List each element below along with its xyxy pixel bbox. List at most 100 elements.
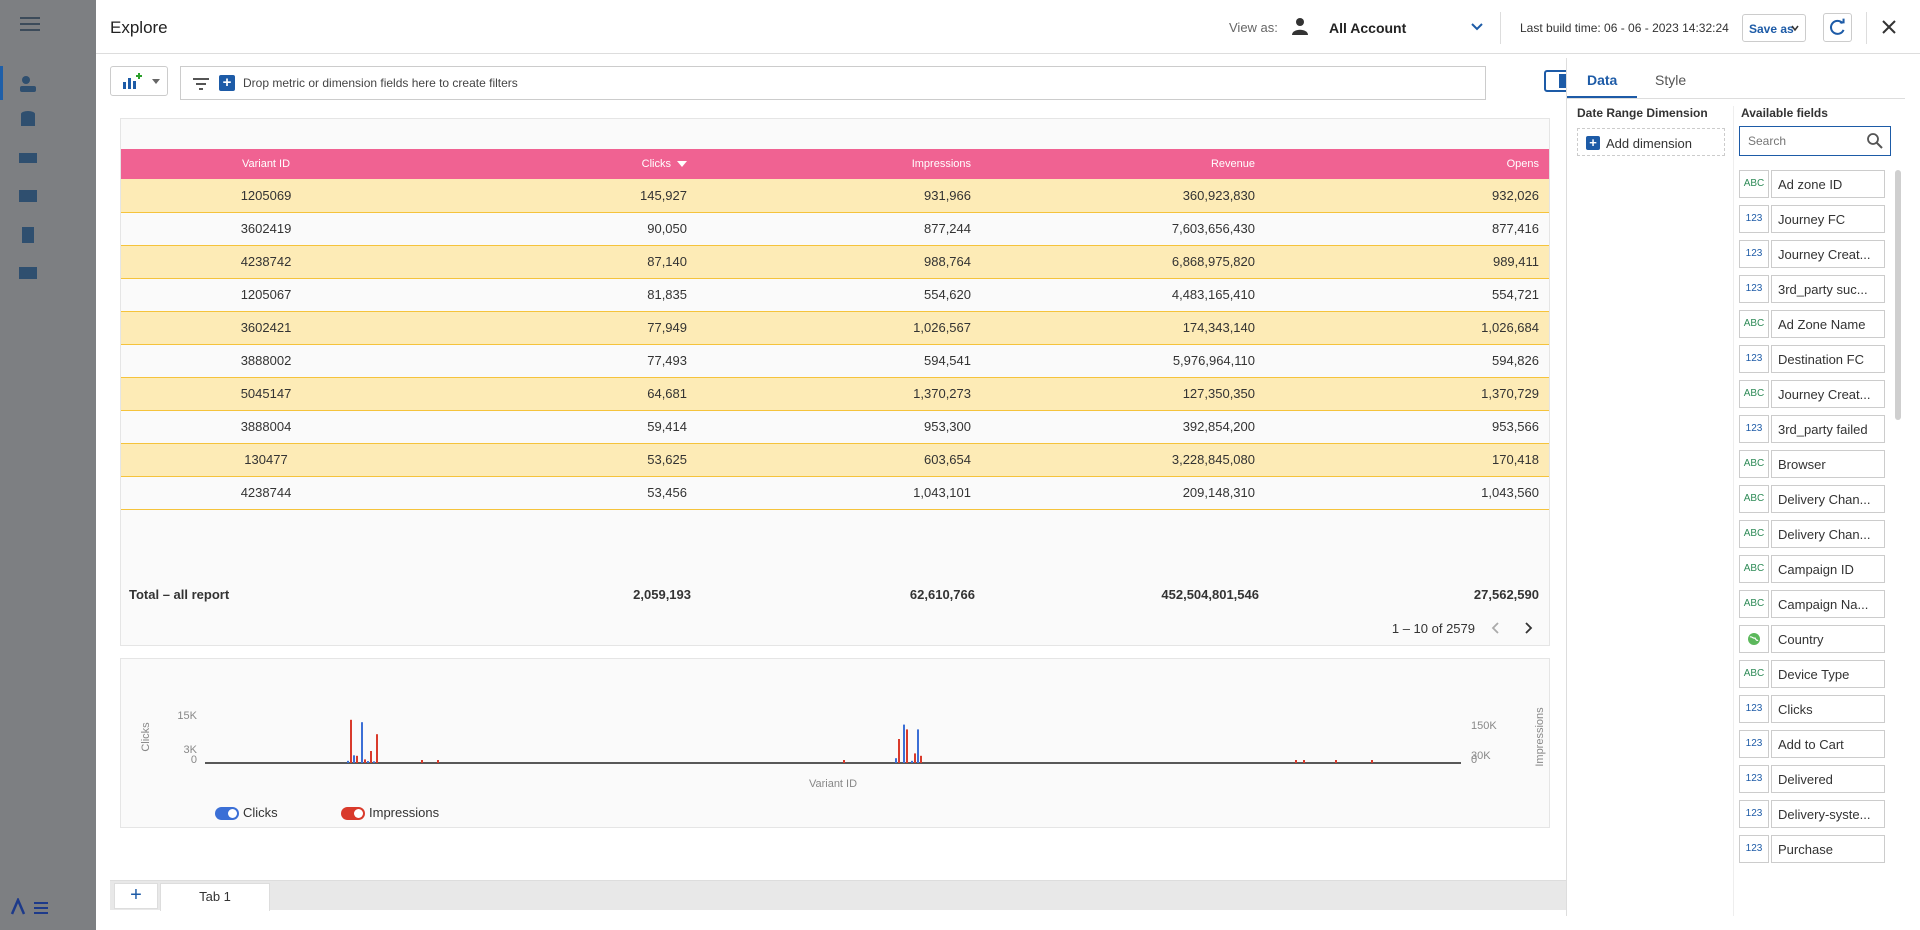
ticket-icon[interactable]	[18, 150, 38, 166]
table-row[interactable]: 5045147 64,681 1,370,273 127,350,350 1,370,7…	[121, 377, 1549, 411]
pagination-text: 1 – 10 of 2579	[1391, 621, 1475, 636]
table-row[interactable]: 3602421 77,949 1,026,567 174,343,140 1,026,6…	[121, 311, 1549, 345]
tab-data[interactable]: Data	[1587, 72, 1617, 88]
table-row[interactable]: 3602419 90,050 877,244 7,603,656,430 877,416	[121, 212, 1549, 246]
column-header-clicks[interactable]: Clicks	[411, 149, 697, 179]
table-cell: 1,043,560	[1265, 476, 1549, 510]
field-item[interactable]: ABC Journey Creat...	[1739, 380, 1885, 408]
toggle-switch[interactable]	[341, 807, 365, 821]
table-cell: 988,764	[697, 245, 981, 279]
table-cell: 170,418	[1265, 443, 1549, 477]
mail-icon[interactable]	[18, 266, 38, 280]
y-axis-label: Clicks	[140, 722, 152, 752]
field-item[interactable]: ABC Delivery Chan...	[1739, 520, 1885, 548]
legend-impressions[interactable]: Impressions	[341, 805, 439, 821]
column-header-opens[interactable]: Opens	[1265, 149, 1549, 179]
user-list-icon[interactable]	[18, 74, 38, 94]
filter-bar: + Drop metric or dimension fields here t…	[110, 64, 1580, 102]
total-revenue: 452,504,801,546	[1161, 587, 1259, 602]
bar-impressions	[920, 755, 922, 763]
fields-scrollbar[interactable]	[1895, 170, 1901, 420]
field-item[interactable]: 123 Journey Creat...	[1739, 240, 1885, 268]
table-row[interactable]: 3888002 77,493 594,541 5,976,964,110 594,826	[121, 344, 1549, 378]
table-cell: 127,350,350	[981, 377, 1265, 411]
toggle-switch[interactable]	[215, 807, 239, 821]
field-name: Journey FC	[1771, 205, 1885, 233]
collapse-menu-icon[interactable]	[10, 898, 52, 916]
table-row[interactable]: 3888004 59,414 953,300 392,854,200 953,566	[121, 410, 1549, 444]
globe-icon	[1739, 625, 1769, 653]
field-item[interactable]: ABC Device Type	[1739, 660, 1885, 688]
table-cell: 877,416	[1265, 212, 1549, 246]
column-header-variant-id[interactable]: Variant ID	[121, 149, 411, 179]
app-sidebar	[0, 0, 96, 930]
field-name: Journey Creat...	[1771, 380, 1885, 408]
field-name: Country	[1771, 625, 1885, 653]
chevron-down-icon[interactable]	[1470, 20, 1484, 34]
column-header-impressions[interactable]: Impressions	[697, 149, 981, 179]
field-name: 3rd_party suc...	[1771, 275, 1885, 303]
table-row[interactable]: 1205069 145,927 931,966 360,923,830 932,026	[121, 179, 1549, 213]
field-item[interactable]: 123 Clicks	[1739, 695, 1885, 723]
account-selector[interactable]: All Account	[1329, 20, 1406, 36]
menu-icon[interactable]	[20, 16, 40, 32]
field-item[interactable]: ABC Ad zone ID	[1739, 170, 1885, 198]
close-icon[interactable]	[1880, 18, 1898, 36]
save-as-button[interactable]: Save as	[1742, 14, 1806, 42]
field-item[interactable]: 123 3rd_party failed	[1739, 415, 1885, 443]
bar-clicks	[903, 724, 905, 763]
field-name: Journey Creat...	[1771, 240, 1885, 268]
last-build-time: Last build time: 06 - 06 - 2023 14:32:24	[1520, 21, 1729, 35]
field-item[interactable]: ABC Browser	[1739, 450, 1885, 478]
column-header-revenue[interactable]: Revenue	[981, 149, 1265, 179]
pagination: 1 – 10 of 2579	[1359, 619, 1539, 639]
view-as-label: View as:	[1229, 20, 1278, 35]
field-item[interactable]: ABC Campaign Na...	[1739, 590, 1885, 618]
field-name: 3rd_party failed	[1771, 415, 1885, 443]
table-row[interactable]: 4238744 53,456 1,043,101 209,148,310 1,043,5…	[121, 476, 1549, 510]
database-icon[interactable]	[18, 110, 38, 130]
field-item[interactable]: 123 Delivery-syste...	[1739, 800, 1885, 828]
field-item[interactable]: ABC Ad Zone Name	[1739, 310, 1885, 338]
table-header-row: Variant ID Clicks Impressions Revenue Op…	[121, 149, 1549, 179]
table-row[interactable]: 1205067 81,835 554,620 4,483,165,410 554,721	[121, 278, 1549, 312]
search-input[interactable]	[1748, 133, 1858, 149]
refresh-icon[interactable]	[1823, 13, 1852, 42]
add-tab-button[interactable]: +	[114, 883, 158, 909]
y2-axis-label: Impressions	[1534, 707, 1546, 767]
chevron-right-icon[interactable]	[1521, 621, 1535, 635]
tab-style[interactable]: Style	[1655, 72, 1686, 88]
table-cell: 130477	[121, 443, 411, 477]
filter-drop-zone[interactable]: + Drop metric or dimension fields here t…	[180, 66, 1486, 100]
save-as-label: Save as	[1749, 22, 1794, 36]
field-item[interactable]: 123 3rd_party suc...	[1739, 275, 1885, 303]
document-icon[interactable]	[20, 226, 36, 244]
add-dimension-button[interactable]: + Add dimension	[1577, 128, 1725, 156]
tab-1[interactable]: Tab 1	[160, 883, 270, 911]
chevron-left-icon[interactable]	[1489, 621, 1503, 635]
field-item[interactable]: 123 Purchase	[1739, 835, 1885, 863]
table-cell: 554,721	[1265, 278, 1549, 312]
field-item[interactable]: 123 Add to Cart	[1739, 730, 1885, 758]
field-name: Ad Zone Name	[1771, 310, 1885, 338]
field-search	[1739, 126, 1891, 156]
table-cell: 1,043,101	[697, 476, 981, 510]
add-filter-icon[interactable]: +	[219, 75, 235, 91]
field-item[interactable]: 123 Journey FC	[1739, 205, 1885, 233]
table-row[interactable]: 4238742 87,140 988,764 6,868,975,820 989,411	[121, 245, 1549, 279]
legend-clicks[interactable]: Clicks	[215, 805, 278, 821]
field-item[interactable]: Country	[1739, 625, 1885, 653]
table-cell: 594,541	[697, 344, 981, 378]
field-type-tag: 123	[1739, 205, 1769, 233]
media-icon[interactable]	[18, 188, 38, 204]
bar-clicks	[895, 758, 897, 763]
search-icon[interactable]	[1866, 132, 1884, 150]
field-item[interactable]: 123 Destination FC	[1739, 345, 1885, 373]
field-name: Browser	[1771, 450, 1885, 478]
y-tick-label: 15K	[177, 710, 197, 722]
field-item[interactable]: ABC Delivery Chan...	[1739, 485, 1885, 513]
table-row[interactable]: 130477 53,625 603,654 3,228,845,080 170,418	[121, 443, 1549, 477]
field-item[interactable]: 123 Delivered	[1739, 765, 1885, 793]
chart-type-button[interactable]	[110, 66, 168, 96]
field-item[interactable]: ABC Campaign ID	[1739, 555, 1885, 583]
